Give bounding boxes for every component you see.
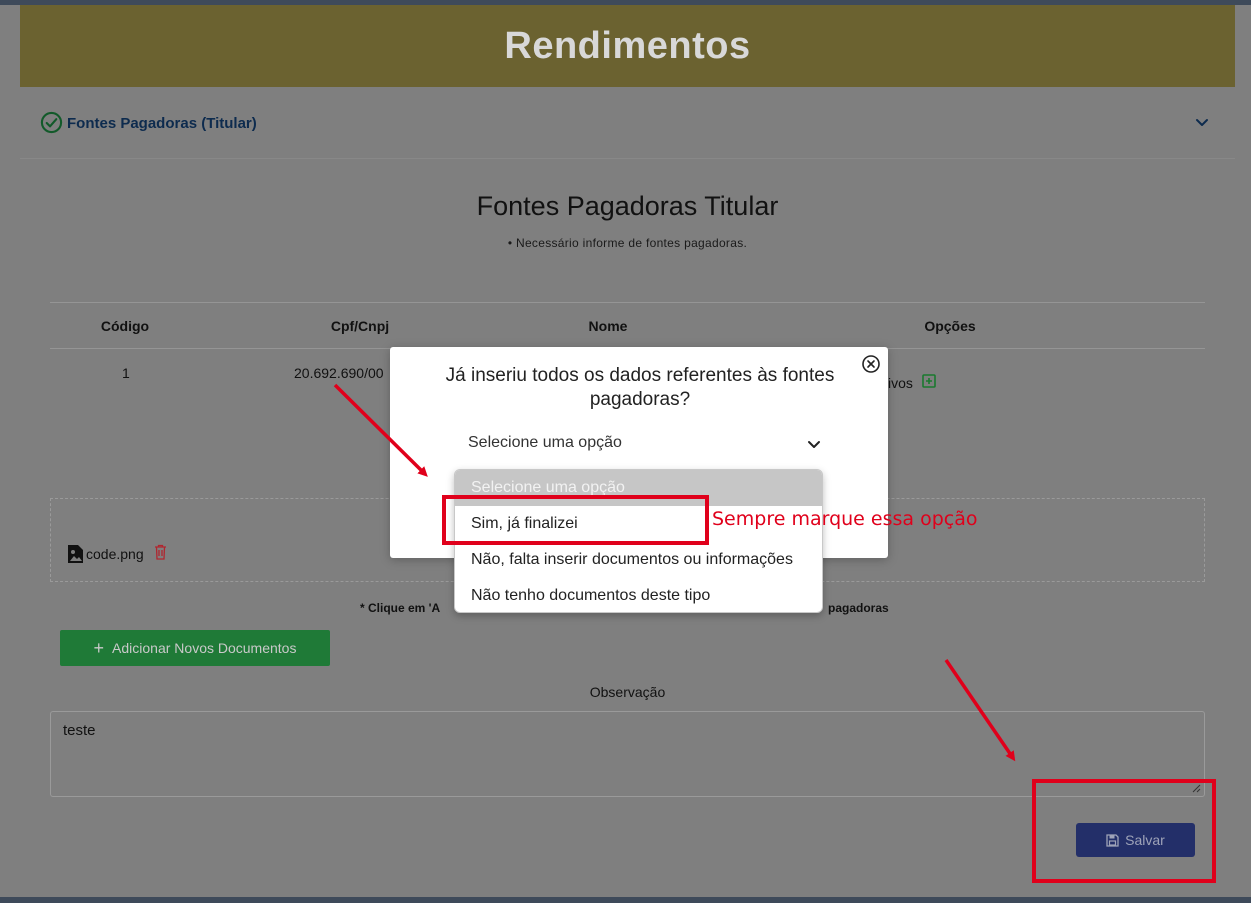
table-top-border (50, 302, 1205, 303)
close-circle-icon[interactable] (861, 354, 881, 374)
observation-label: Observação (589, 684, 666, 700)
col-header-opcoes: Opções (924, 318, 976, 334)
option-falta-inserir[interactable]: Não, falta inserir documentos ou informa… (455, 542, 822, 578)
modal-select-value: Selecione uma opção (468, 434, 622, 451)
hint-left-text: * Clique em 'A (360, 601, 441, 615)
col-header-nome: Nome (588, 318, 628, 334)
trash-icon[interactable] (154, 544, 167, 560)
plus-icon: + (93, 638, 105, 658)
section-title: Fontes Pagadoras Titular (476, 191, 779, 221)
col-header-cpf-cnpj: Cpf/Cnpj (330, 318, 390, 334)
highlight-box-option (442, 495, 709, 545)
check-circle-icon (40, 111, 63, 134)
plus-square-icon[interactable] (922, 374, 936, 388)
add-documents-label: Adicionar Novos Documentos (112, 640, 297, 656)
callout-text: Sempre marque essa opção (712, 508, 978, 530)
accordion-title: Fontes Pagadoras (Titular) (67, 115, 257, 132)
chevron-down-icon (808, 441, 820, 448)
hint-right-text: pagadoras (828, 601, 889, 615)
add-documents-button[interactable]: + Adicionar Novos Documentos (60, 630, 330, 666)
bottom-strip (0, 897, 1251, 903)
row-options-label[interactable]: ivos (888, 375, 913, 391)
chevron-down-icon[interactable] (1193, 113, 1211, 131)
document-file-name[interactable]: code.png (86, 546, 144, 562)
page-header: Rendimentos (20, 5, 1235, 87)
image-file-icon (68, 545, 83, 563)
accordion-header[interactable]: Fontes Pagadoras (Titular) (20, 87, 1235, 159)
modal-select[interactable]: Selecione uma opção (454, 429, 827, 459)
row-cpf-cnpj: 20.692.690/00 (294, 365, 384, 381)
col-header-codigo: Código (100, 318, 150, 334)
observation-value: teste (63, 722, 96, 739)
option-nao-tenho[interactable]: Não tenho documentos deste tipo (455, 578, 822, 612)
section-subtitle: • Necessário informe de fontes pagadoras… (507, 236, 748, 250)
modal-question: Já inseriu todos os dados referentes às … (445, 365, 835, 410)
highlight-box-save (1032, 779, 1216, 883)
row-codigo: 1 (122, 365, 130, 381)
page-title: Rendimentos (504, 24, 751, 67)
